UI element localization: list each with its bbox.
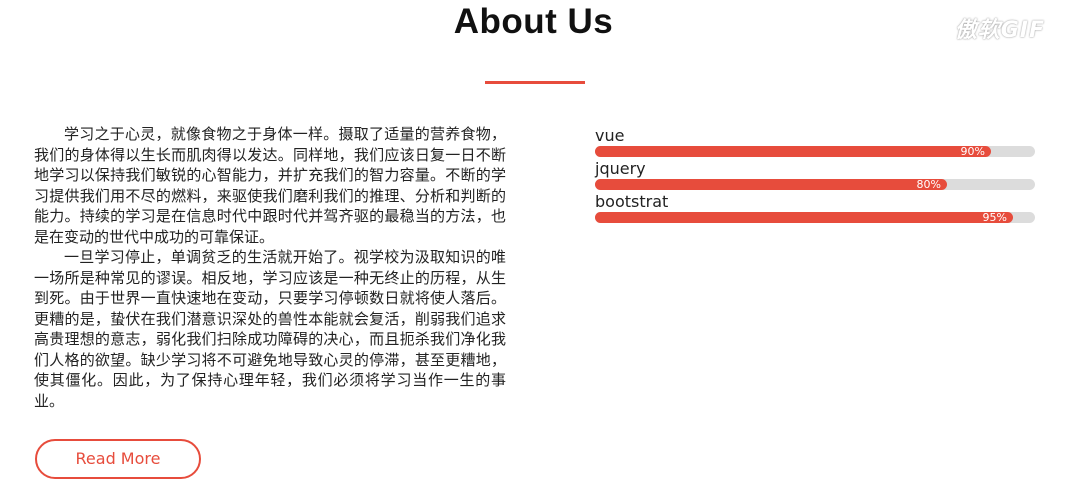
skill-percent-label: 95% xyxy=(982,211,1007,224)
skill-progress-track: 95% xyxy=(595,212,1035,223)
skills-list: vue 90% jquery 80% bootstrat 95% xyxy=(595,126,1035,225)
skill-name: bootstrat xyxy=(595,192,669,211)
skill-item-jquery: jquery 80% xyxy=(595,159,1035,192)
skill-item-bootstrat: bootstrat 95% xyxy=(595,192,1035,225)
about-intro-text: 学习之于心灵，就像食物之于身体一样。摄取了适量的营养食物，我们的身体得以生长而肌… xyxy=(34,124,506,411)
skill-item-vue: vue 90% xyxy=(595,126,1035,159)
skill-progress-fill: 80% xyxy=(595,179,947,190)
skill-name: jquery xyxy=(595,159,646,178)
skill-percent-label: 80% xyxy=(916,178,941,191)
read-more-button[interactable]: Read More xyxy=(35,439,201,479)
skill-progress-track: 80% xyxy=(595,179,1035,190)
title-underline-divider xyxy=(485,81,585,84)
skill-name: vue xyxy=(595,126,625,145)
skill-percent-label: 90% xyxy=(960,145,985,158)
skill-progress-fill: 90% xyxy=(595,146,991,157)
skill-progress-fill: 95% xyxy=(595,212,1013,223)
intro-paragraph: 学习之于心灵，就像食物之于身体一样。摄取了适量的营养食物，我们的身体得以生长而肌… xyxy=(34,125,506,246)
watermark-logo: 傲软GIF xyxy=(954,18,1045,43)
intro-paragraph: 一旦学习停止，单调贫乏的生活就开始了。视学校为汲取知识的唯一场所是种常见的谬误。… xyxy=(34,248,506,410)
page-title: About Us xyxy=(453,2,614,41)
skill-progress-track: 90% xyxy=(595,146,1035,157)
